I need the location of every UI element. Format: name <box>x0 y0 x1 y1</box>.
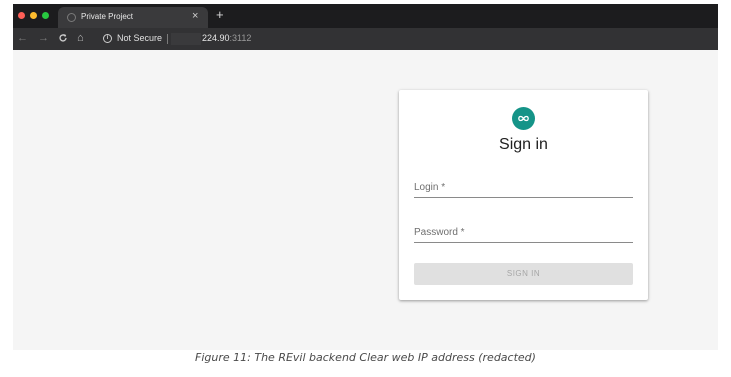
login-input[interactable] <box>414 178 633 196</box>
tab-favicon-icon <box>67 13 76 22</box>
login-field <box>414 178 633 202</box>
sign-in-button[interactable]: SIGN IN <box>414 263 633 285</box>
forward-arrow-icon[interactable]: → <box>38 31 49 45</box>
info-icon[interactable]: i <box>103 34 112 43</box>
login-card: Sign in SIGN IN <box>399 90 648 300</box>
browser-window: Private Project × + ← → ⌂ i Not Secure 2… <box>13 4 718 350</box>
password-underline <box>414 242 633 243</box>
tab-private-project[interactable]: Private Project × <box>58 7 208 28</box>
close-window-button[interactable] <box>18 12 25 19</box>
plus-icon[interactable]: + <box>216 7 224 23</box>
minimize-window-button[interactable] <box>30 12 37 19</box>
login-underline <box>414 197 633 198</box>
redacted-ip-block <box>171 33 201 45</box>
security-label[interactable]: Not Secure <box>117 32 162 44</box>
address-toolbar: ← → ⌂ i Not Secure 224.90:3112 <box>13 28 718 50</box>
avatar <box>512 107 535 130</box>
password-field <box>414 223 633 247</box>
close-icon[interactable]: × <box>192 9 198 23</box>
tab-bar: Private Project × + <box>13 4 718 28</box>
password-input[interactable] <box>414 223 633 241</box>
figure-caption: Figure 11: The REvil backend Clear web I… <box>195 351 536 364</box>
back-arrow-icon[interactable]: ← <box>17 31 28 45</box>
url-host: 224.90 <box>202 33 230 43</box>
address-divider <box>167 34 168 44</box>
home-icon[interactable]: ⌂ <box>77 31 84 45</box>
tab-title: Private Project <box>81 12 134 21</box>
reload-icon[interactable] <box>58 31 68 47</box>
url-port: :3112 <box>229 33 252 43</box>
maximize-window-button[interactable] <box>42 12 49 19</box>
address-url[interactable]: 224.90:3112 <box>202 32 251 44</box>
page-title: Sign in <box>499 136 548 153</box>
infinity-icon <box>518 115 529 122</box>
